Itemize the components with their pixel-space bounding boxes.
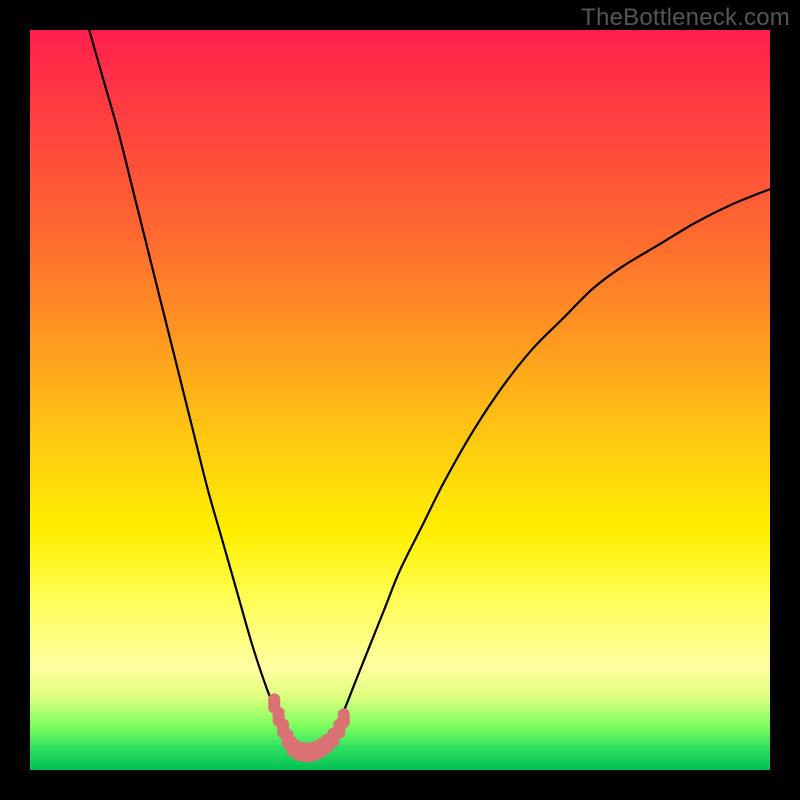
outer-frame: TheBottleneck.com [0,0,800,800]
marker-group [268,693,350,762]
plot-area [30,30,770,770]
curve-right-branch [326,189,770,748]
watermark-text: TheBottleneck.com [581,4,790,32]
data-marker [338,708,350,728]
curve-svg [30,30,770,770]
curve-left-branch [89,30,293,748]
